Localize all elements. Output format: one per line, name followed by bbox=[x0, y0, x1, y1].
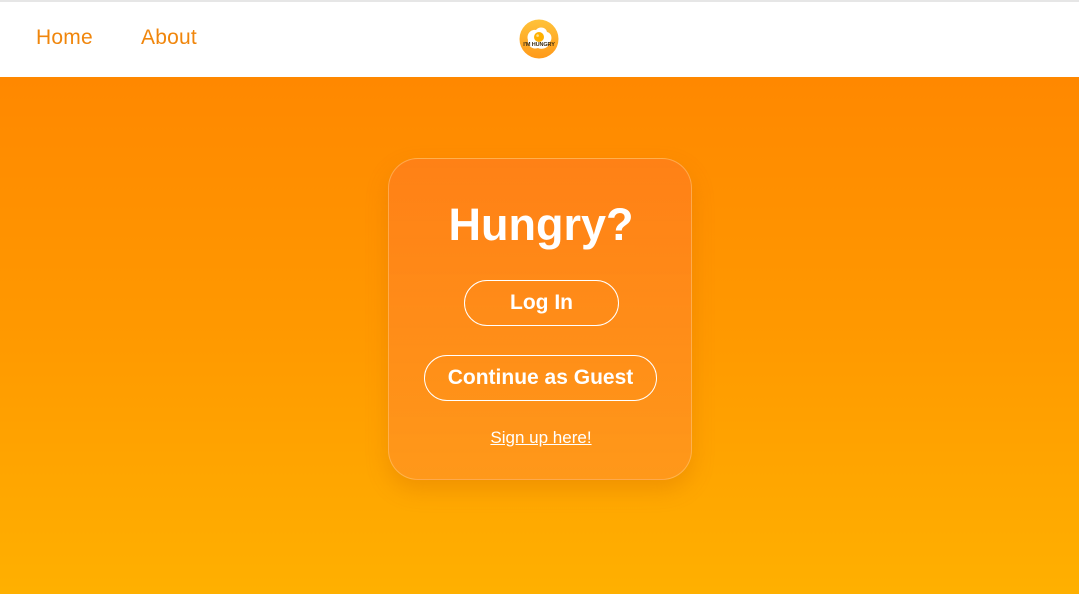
navbar: Home About I'M HUNGRY bbox=[0, 2, 1079, 77]
egg-logo-graphic bbox=[519, 19, 559, 59]
nav-about-link[interactable]: About bbox=[141, 26, 197, 50]
egg-logo-icon[interactable]: I'M HUNGRY bbox=[519, 19, 559, 59]
welcome-card: Hungry? Log In Continue as Guest Sign up… bbox=[388, 158, 692, 480]
hero-section: Hungry? Log In Continue as Guest Sign up… bbox=[0, 77, 1079, 594]
signup-link[interactable]: Sign up here! bbox=[389, 428, 693, 448]
nav-home-link[interactable]: Home bbox=[36, 26, 93, 50]
bottom-strip bbox=[0, 594, 1079, 610]
continue-as-guest-button[interactable]: Continue as Guest bbox=[424, 355, 657, 401]
login-button[interactable]: Log In bbox=[464, 280, 619, 326]
card-title: Hungry? bbox=[448, 199, 634, 250]
logo-text: I'M HUNGRY bbox=[523, 42, 555, 48]
page: Home About I'M HUNGRY Hungry? Log In Con… bbox=[0, 0, 1079, 610]
